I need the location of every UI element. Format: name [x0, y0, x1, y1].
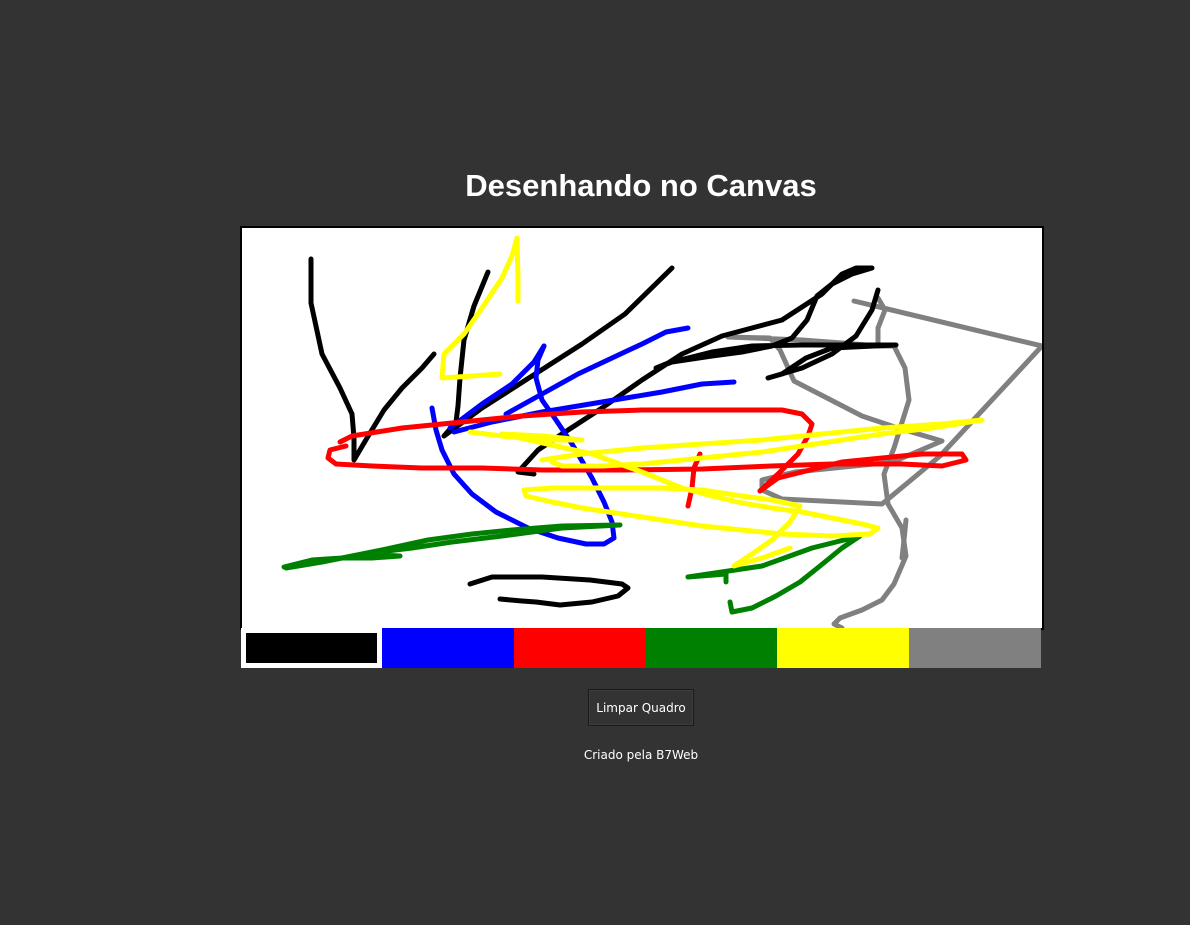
- stroke: [831, 343, 912, 628]
- stroke: [308, 256, 437, 463]
- app-page: Desenhando no Canvas Limpar Quadro Criad…: [0, 0, 1190, 925]
- color-palette: [241, 628, 1041, 668]
- footer-credit: Criado pela B7Web: [583, 748, 699, 762]
- stroke: [685, 533, 863, 615]
- stroke: [685, 451, 703, 509]
- color-swatch-green[interactable]: [645, 628, 778, 668]
- stroke: [325, 407, 969, 494]
- color-swatch-blue[interactable]: [382, 628, 514, 668]
- stroke: [451, 379, 737, 435]
- drawing-canvas[interactable]: [240, 226, 1044, 630]
- color-swatch-black[interactable]: [241, 628, 382, 668]
- color-swatch-gray[interactable]: [909, 628, 1041, 668]
- stroke: [467, 574, 631, 608]
- strokes-red: [325, 407, 969, 509]
- stroke: [439, 235, 521, 381]
- clear-canvas-button[interactable]: Limpar Quadro: [588, 689, 694, 726]
- drawing-surface[interactable]: [242, 228, 1042, 628]
- page-title: Desenhando no Canvas: [465, 168, 817, 203]
- color-swatch-yellow[interactable]: [777, 628, 910, 668]
- color-swatch-red[interactable]: [513, 628, 646, 668]
- stroke: [281, 522, 623, 571]
